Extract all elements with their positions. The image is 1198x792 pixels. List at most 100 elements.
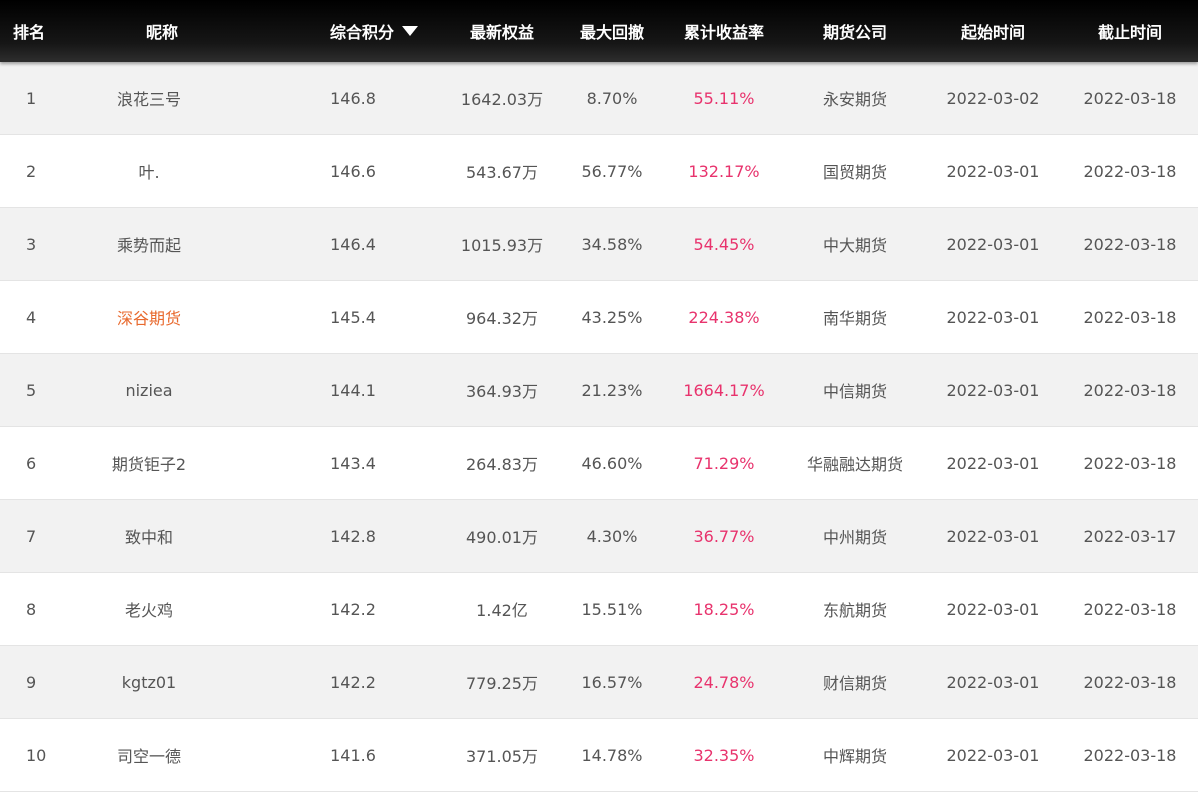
table-row[interactable]: 6 期货钜子2 143.4 264.83万 46.60% 71.29% 华融融达… <box>0 427 1198 500</box>
header-score[interactable]: 综合积分 <box>286 19 442 43</box>
score-cell: 142.2 <box>330 599 376 619</box>
table-row[interactable]: 7 致中和 142.8 490.01万 4.30% 36.77% 中州期货 20… <box>0 500 1198 573</box>
start-date-cell: 2022-03-01 <box>946 380 1040 400</box>
end-date-cell: 2022-03-18 <box>1083 88 1177 108</box>
equity-cell: 1015.93万 <box>460 236 544 255</box>
header-drawdown[interactable]: 最大回撤 <box>562 19 662 43</box>
rank-cell: 1 <box>26 88 37 108</box>
company-cell: 中信期货 <box>822 382 887 401</box>
score-cell: 145.4 <box>330 307 376 327</box>
return-cell: 54.45% <box>693 234 755 254</box>
start-date-cell: 2022-03-01 <box>946 526 1040 546</box>
return-cell: 24.78% <box>693 672 755 692</box>
end-date-cell: 2022-03-18 <box>1083 599 1177 619</box>
table-row[interactable]: 9 kgtz01 142.2 779.25万 16.57% 24.78% 财信期… <box>0 646 1198 719</box>
table-header: 排名 昵称 综合积分 最新权益 最大回撤 累计收益率 期货公司 起始时间 截止时… <box>0 0 1198 62</box>
drawdown-cell: 14.78% <box>581 745 643 765</box>
start-date-cell: 2022-03-02 <box>946 88 1040 108</box>
company-cell: 南华期货 <box>822 309 887 328</box>
drawdown-cell: 21.23% <box>581 380 643 400</box>
start-date-cell: 2022-03-01 <box>946 234 1040 254</box>
start-date-cell: 2022-03-01 <box>946 599 1040 619</box>
rank-cell: 5 <box>26 380 37 400</box>
start-date-cell: 2022-03-01 <box>946 161 1040 181</box>
table-row[interactable]: 3 乘势而起 146.4 1015.93万 34.58% 54.45% 中大期货… <box>0 208 1198 281</box>
score-cell: 143.4 <box>330 453 376 473</box>
start-date-cell: 2022-03-01 <box>946 672 1040 692</box>
drawdown-cell: 56.77% <box>581 161 643 181</box>
name-cell[interactable]: 老火鸡 <box>62 597 286 621</box>
name-cell[interactable]: kgtz01 <box>62 673 286 692</box>
rank-cell: 8 <box>26 599 37 619</box>
company-cell: 中辉期货 <box>822 747 887 766</box>
company-cell: 中大期货 <box>822 236 887 255</box>
name-cell[interactable]: 浪花三号 <box>62 86 286 110</box>
name-cell[interactable]: 深谷期货 <box>62 305 286 329</box>
ranking-table: 排名 昵称 综合积分 最新权益 最大回撤 累计收益率 期货公司 起始时间 截止时… <box>0 0 1198 792</box>
equity-cell: 371.05万 <box>466 747 538 766</box>
end-date-cell: 2022-03-18 <box>1083 672 1177 692</box>
table-row[interactable]: 2 叶. 146.6 543.67万 56.77% 132.17% 国贸期货 2… <box>0 135 1198 208</box>
name-cell[interactable]: 致中和 <box>62 524 286 548</box>
score-cell: 142.2 <box>330 672 376 692</box>
header-company[interactable]: 期货公司 <box>786 19 924 43</box>
end-date-cell: 2022-03-18 <box>1083 453 1177 473</box>
rank-cell: 10 <box>26 745 47 765</box>
caret-down-icon[interactable] <box>402 26 418 36</box>
table-row[interactable]: 8 老火鸡 142.2 1.42亿 15.51% 18.25% 东航期货 202… <box>0 573 1198 646</box>
return-cell: 55.11% <box>693 88 755 108</box>
equity-cell: 264.83万 <box>466 455 538 474</box>
equity-cell: 779.25万 <box>466 674 538 693</box>
name-cell[interactable]: niziea <box>62 381 286 400</box>
return-cell: 18.25% <box>693 599 755 619</box>
rank-cell: 9 <box>26 672 37 692</box>
equity-cell: 364.93万 <box>466 382 538 401</box>
rank-cell: 3 <box>26 234 37 254</box>
drawdown-cell: 15.51% <box>581 599 643 619</box>
score-cell: 146.4 <box>330 234 376 254</box>
score-cell: 146.6 <box>330 161 376 181</box>
header-rank[interactable]: 排名 <box>0 19 62 43</box>
start-date-cell: 2022-03-01 <box>946 453 1040 473</box>
equity-cell: 1.42亿 <box>476 601 528 620</box>
table-row[interactable]: 1 浪花三号 146.8 1642.03万 8.70% 55.11% 永安期货 … <box>0 62 1198 135</box>
table-row[interactable]: 5 niziea 144.1 364.93万 21.23% 1664.17% 中… <box>0 354 1198 427</box>
table-row[interactable]: 4 深谷期货 145.4 964.32万 43.25% 224.38% 南华期货… <box>0 281 1198 354</box>
drawdown-cell: 34.58% <box>581 234 643 254</box>
rank-cell: 2 <box>26 161 37 181</box>
drawdown-cell: 43.25% <box>581 307 643 327</box>
end-date-cell: 2022-03-17 <box>1083 526 1177 546</box>
name-cell[interactable]: 乘势而起 <box>62 232 286 256</box>
score-cell: 146.8 <box>330 88 376 108</box>
end-date-cell: 2022-03-18 <box>1083 307 1177 327</box>
return-cell: 132.17% <box>688 161 760 181</box>
rank-cell: 4 <box>26 307 37 327</box>
rank-cell: 6 <box>26 453 37 473</box>
header-equity[interactable]: 最新权益 <box>442 19 562 43</box>
header-start[interactable]: 起始时间 <box>924 19 1062 43</box>
score-cell: 142.8 <box>330 526 376 546</box>
header-end[interactable]: 截止时间 <box>1062 19 1198 43</box>
end-date-cell: 2022-03-18 <box>1083 161 1177 181</box>
drawdown-cell: 46.60% <box>581 453 643 473</box>
start-date-cell: 2022-03-01 <box>946 307 1040 327</box>
table-row[interactable]: 10 司空一德 141.6 371.05万 14.78% 32.35% 中辉期货… <box>0 719 1198 792</box>
equity-cell: 1642.03万 <box>460 90 544 109</box>
name-cell[interactable]: 司空一德 <box>62 743 286 767</box>
return-cell: 36.77% <box>693 526 755 546</box>
score-cell: 144.1 <box>330 380 376 400</box>
header-name[interactable]: 昵称 <box>62 19 286 43</box>
return-cell: 1664.17% <box>683 380 765 400</box>
company-cell: 中州期货 <box>822 528 887 547</box>
drawdown-cell: 4.30% <box>586 526 638 546</box>
equity-cell: 490.01万 <box>466 528 538 547</box>
return-cell: 71.29% <box>693 453 755 473</box>
name-cell[interactable]: 期货钜子2 <box>62 451 286 475</box>
end-date-cell: 2022-03-18 <box>1083 380 1177 400</box>
company-cell: 东航期货 <box>822 601 887 620</box>
start-date-cell: 2022-03-01 <box>946 745 1040 765</box>
name-cell[interactable]: 叶. <box>62 159 286 183</box>
header-return[interactable]: 累计收益率 <box>662 19 786 43</box>
return-cell: 224.38% <box>688 307 760 327</box>
return-cell: 32.35% <box>693 745 755 765</box>
